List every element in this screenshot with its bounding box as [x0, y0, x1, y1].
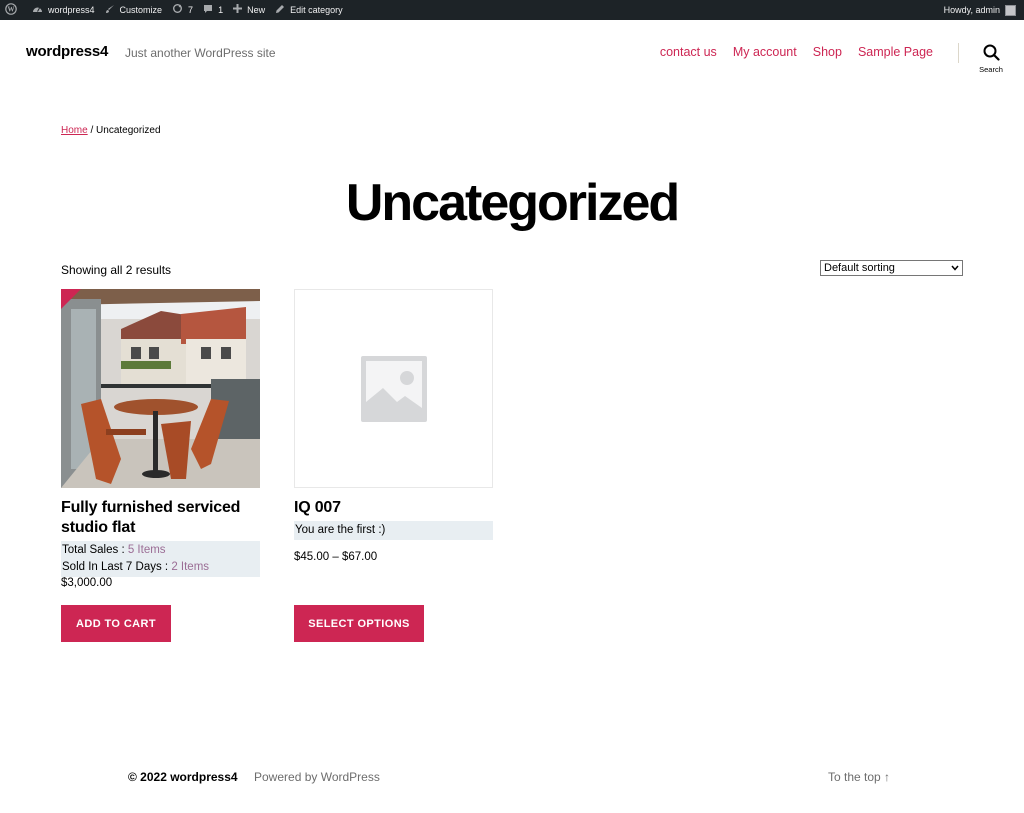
admin-bar-customize-label: Customize [119, 5, 163, 15]
nav-divider [958, 43, 959, 63]
sales-info-box: Total Sales : 5 Items Sold In Last 7 Day… [61, 541, 260, 577]
admin-bar-my-account[interactable]: Howdy, admin [944, 0, 1000, 20]
admin-bar-comments[interactable]: 1 [198, 0, 228, 20]
comment-bubble-icon [203, 4, 213, 17]
site-description: Just another WordPress site [125, 46, 276, 60]
result-count: Showing all 2 results [61, 263, 172, 277]
avatar[interactable] [1005, 4, 1016, 16]
nav-item-my-account[interactable]: My account [733, 45, 797, 59]
sort-select-value: Default sorting [824, 262, 895, 274]
add-to-cart-button[interactable]: ADD TO CART [61, 605, 171, 642]
sold-recent-value: 2 Items [171, 561, 210, 573]
page-title: Uncategorized [345, 174, 680, 232]
total-sales-value: 5 Items [127, 544, 166, 556]
product-card: Fully furnished serviced studio flat Tot… [61, 289, 260, 642]
sort-select[interactable]: Default sorting [820, 260, 963, 276]
search-label: Search [979, 65, 1003, 74]
wordpress-logo-icon: W [5, 2, 17, 18]
wp-logo-menu[interactable]: W [0, 0, 27, 20]
admin-bar-edit-category[interactable]: Edit category [270, 0, 348, 20]
product-price: $45.00 – $67.00 [294, 551, 378, 563]
product-image[interactable] [61, 289, 260, 488]
admin-bar-edit-label: Edit category [290, 5, 343, 15]
nav-item-shop[interactable]: Shop [813, 45, 842, 59]
updates-icon [172, 3, 183, 17]
admin-bar-customize[interactable]: Customize [100, 0, 168, 20]
admin-bar-site-name[interactable]: wordpress4 [27, 0, 100, 20]
sold-recent-line: Sold In Last 7 Days : 2 Items [62, 559, 259, 576]
dashboard-icon [32, 4, 43, 17]
total-sales-line: Total Sales : 5 Items [62, 542, 259, 559]
paintbrush-icon [105, 4, 115, 17]
nav-item-contact-us[interactable]: contact us [660, 45, 717, 59]
admin-bar-new-label: New [247, 5, 266, 15]
admin-bar-updates[interactable]: 7 [167, 0, 198, 20]
admin-bar-updates-count: 7 [188, 5, 194, 15]
product-note: You are the first :) [295, 524, 386, 536]
admin-bar: W wordpress4 Customize 7 1 New Edit cate… [0, 0, 1024, 20]
svg-text:W: W [8, 5, 15, 13]
total-sales-label: Total Sales : [62, 544, 128, 556]
primary-nav: contact us My account Shop Sample Page [660, 45, 933, 59]
select-options-button[interactable]: SELECT OPTIONS [294, 605, 424, 642]
admin-bar-site-label: wordpress4 [48, 5, 95, 15]
admin-bar-new[interactable]: New [228, 0, 270, 20]
breadcrumb-separator: / [87, 125, 97, 136]
sold-recent-label: Sold In Last 7 Days : [62, 561, 172, 573]
breadcrumb-current: Uncategorized [96, 125, 161, 136]
footer-powered-by[interactable]: Powered by WordPress [254, 770, 380, 784]
breadcrumb: Home / Uncategorized [61, 125, 161, 136]
to-the-top-link[interactable]: To the top ↑ [828, 770, 890, 784]
chevron-down-icon [951, 264, 959, 273]
product-title[interactable]: Fully furnished serviced studio flat [61, 498, 260, 538]
plus-icon [233, 4, 243, 16]
nav-item-sample-page[interactable]: Sample Page [858, 45, 933, 59]
site-title[interactable]: wordpress4 [26, 43, 108, 60]
search-toggle-button[interactable]: Search [974, 44, 1008, 74]
product-title[interactable]: IQ 007 [294, 498, 493, 518]
product-card: IQ 007 You are the first :) $45.00 – $67… [294, 289, 493, 642]
footer-copyright[interactable]: © 2022 wordpress4 [128, 770, 238, 784]
product-note-box: You are the first :) [294, 521, 493, 540]
pencil-icon [275, 4, 285, 17]
product-price: $3,000.00 [61, 577, 113, 589]
image-placeholder-icon [295, 356, 492, 487]
admin-bar-comments-count: 1 [218, 5, 224, 15]
breadcrumb-home-link[interactable]: Home [61, 125, 88, 136]
product-image-placeholder[interactable] [294, 289, 493, 488]
search-icon [974, 44, 1008, 61]
